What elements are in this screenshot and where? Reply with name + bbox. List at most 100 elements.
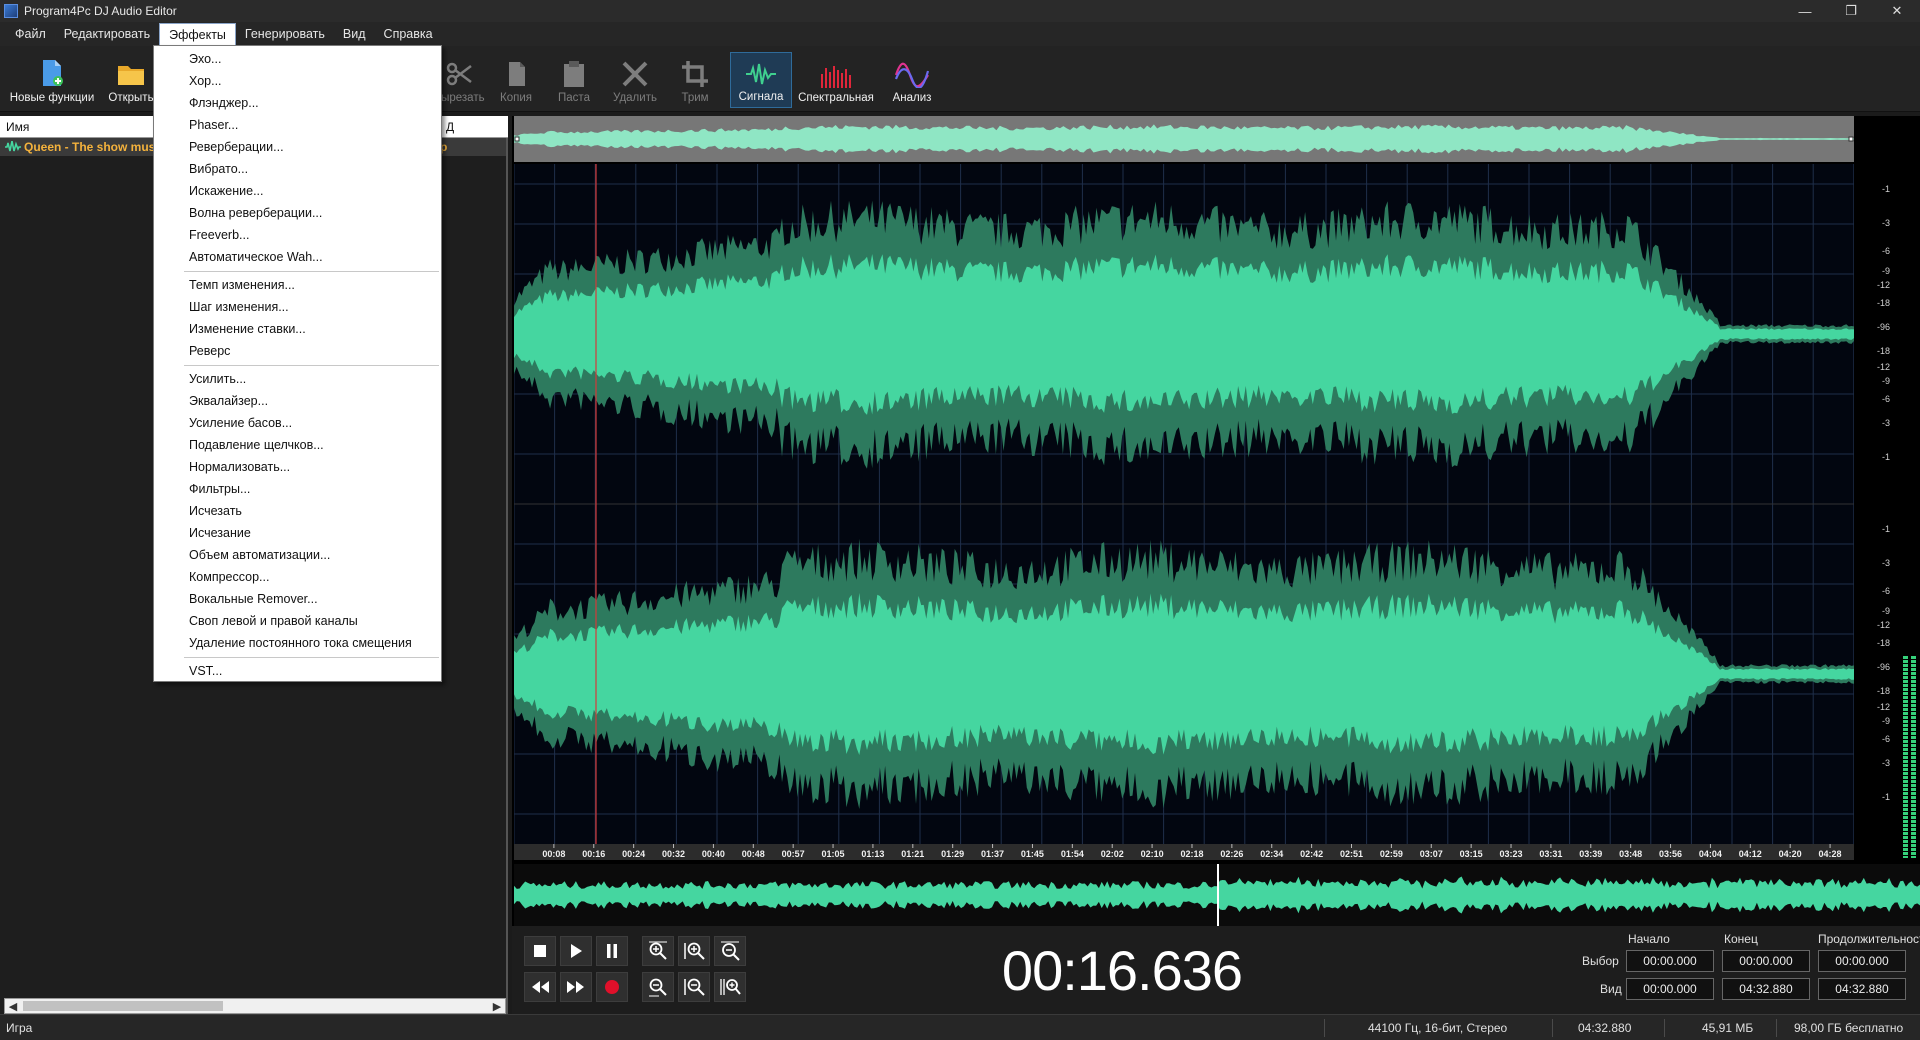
- menu-item-phaser[interactable]: Phaser...: [154, 114, 441, 136]
- menu-item-wave-reverb[interactable]: Волна реверберации...: [154, 202, 441, 224]
- delete-button[interactable]: Удалить: [608, 52, 662, 108]
- fast-forward-button[interactable]: [560, 972, 592, 1002]
- menu-edit[interactable]: Редактировать: [55, 23, 159, 45]
- timeline-tick-label: 03:56: [1659, 849, 1682, 859]
- menu-item-vibrato[interactable]: Вибрато...: [154, 158, 441, 180]
- menu-item-fade[interactable]: Исчезание: [154, 522, 441, 544]
- view-end-field[interactable]: 04:32.880: [1722, 978, 1810, 1000]
- menu-item-vst[interactable]: VST...: [154, 660, 441, 682]
- db-tick-label: -18: [1877, 346, 1890, 356]
- timeline-ruler[interactable]: 00:08 00:16 00:24 00:32 00:40 00:48 00:57 01:05…: [514, 844, 1854, 860]
- zoom-all-icon: [720, 979, 741, 995]
- paste-button[interactable]: Паста: [552, 52, 596, 108]
- timeline-tick-label: 01:45: [1021, 849, 1044, 859]
- menu-item-swap-channels[interactable]: Своп левой и правой каналы: [154, 610, 441, 632]
- menu-item-freeverb[interactable]: Freeverb...: [154, 224, 441, 246]
- close-button[interactable]: ✕: [1874, 0, 1920, 22]
- zoom-fit-icon: [721, 941, 740, 961]
- zoom-out-button[interactable]: [642, 972, 674, 1002]
- new-features-button[interactable]: Новые функции: [6, 52, 98, 108]
- menu-item-volume-automation[interactable]: Объем автоматизации...: [154, 544, 441, 566]
- open-button[interactable]: Открыть: [102, 52, 160, 108]
- menu-effects[interactable]: Эффекты: [159, 22, 236, 46]
- menu-item-distortion[interactable]: Искажение...: [154, 180, 441, 202]
- play-icon: [571, 944, 582, 958]
- transport-panel: 00:16.636 Начало Конец Продолжительность…: [512, 926, 1920, 1014]
- spectrum-icon: [821, 66, 851, 88]
- zoom-all-button[interactable]: [714, 972, 746, 1002]
- timeline-tick-label: 00:08: [542, 849, 565, 859]
- menu-item-echo[interactable]: Эхо...: [154, 48, 441, 70]
- menu-item-dc-offset-removal[interactable]: Удаление постоянного тока смещения: [154, 632, 441, 654]
- signal-view-button[interactable]: Сигнала: [730, 52, 792, 108]
- pause-button[interactable]: [596, 936, 628, 966]
- menu-item-amplify[interactable]: Усилить...: [154, 368, 441, 390]
- copy-label: Копия: [500, 92, 532, 104]
- menu-item-normalize[interactable]: Нормализовать...: [154, 456, 441, 478]
- record-button[interactable]: [596, 972, 628, 1002]
- main-waveform[interactable]: [513, 164, 1855, 844]
- view-duration-field[interactable]: 04:32.880: [1818, 978, 1906, 1000]
- menu-item-flanger[interactable]: Флэнджер...: [154, 92, 441, 114]
- menu-view[interactable]: Вид: [334, 23, 375, 45]
- zoom-in-selection-button[interactable]: [642, 936, 674, 966]
- folder-icon: [118, 66, 144, 85]
- menu-file[interactable]: Файл: [6, 23, 55, 45]
- rewind-button[interactable]: [524, 972, 556, 1002]
- column-header-2[interactable]: Д: [440, 116, 506, 137]
- menu-item-chorus[interactable]: Хор...: [154, 70, 441, 92]
- scroll-right-arrow[interactable]: ▶: [489, 999, 505, 1013]
- db-tick-label: -3: [1882, 558, 1890, 568]
- menu-item-filters[interactable]: Фильтры...: [154, 478, 441, 500]
- menu-bar: Файл Редактировать Эффекты Генерировать …: [0, 22, 1920, 46]
- zoom-fit-button[interactable]: [714, 936, 746, 966]
- trim-button[interactable]: Трим: [672, 52, 718, 108]
- menu-item-reverb[interactable]: Реверберации...: [154, 136, 441, 158]
- db-tick-label: -9: [1882, 606, 1890, 616]
- menu-item-click-removal[interactable]: Подавление щелчков...: [154, 434, 441, 456]
- menu-item-vocal-remover[interactable]: Вокальные Remover...: [154, 588, 441, 610]
- selection-start-field[interactable]: 00:00.000: [1626, 950, 1714, 972]
- db-tick-label: -1: [1882, 792, 1890, 802]
- timeline-tick-label: 03:07: [1420, 849, 1443, 859]
- menu-item-fade-out[interactable]: Исчезать: [154, 500, 441, 522]
- timeline-tick-label: 01:21: [901, 849, 924, 859]
- maximize-button[interactable]: ❐: [1828, 0, 1874, 22]
- zoom-out-vertical-button[interactable]: [678, 972, 710, 1002]
- analysis-button[interactable]: Анализ: [886, 52, 938, 108]
- view-start-field[interactable]: 00:00.000: [1626, 978, 1714, 1000]
- selection-duration-field[interactable]: 00:00.000: [1818, 950, 1906, 972]
- audio-file-icon: [5, 141, 21, 152]
- waveform-icon: [746, 63, 776, 85]
- menu-item-reverse[interactable]: Реверс: [154, 340, 441, 362]
- menu-item-equalizer[interactable]: Эквалайзер...: [154, 390, 441, 412]
- menu-item-bass-boost[interactable]: Усиление басов...: [154, 412, 441, 434]
- timeline-tick-label: 01:05: [822, 849, 845, 859]
- main-waveform-graphic: [513, 164, 1855, 844]
- play-button[interactable]: [560, 936, 592, 966]
- signal-label: Сигнала: [738, 91, 784, 103]
- zoom-in-vertical-button[interactable]: [678, 936, 710, 966]
- timeline-tick-label: 00:40: [702, 849, 725, 859]
- scroll-left-arrow[interactable]: ◀: [5, 999, 21, 1013]
- menu-item-pitch-change[interactable]: Шаг изменения...: [154, 296, 441, 318]
- scrollbar-thumb[interactable]: [23, 1001, 223, 1011]
- spectral-view-button[interactable]: Спектральная: [796, 52, 876, 108]
- menu-item-auto-wah[interactable]: Автоматическое Wah...: [154, 246, 441, 268]
- overview-waveform-graphic: [514, 116, 1854, 162]
- menu-item-rate-change[interactable]: Изменение ставки...: [154, 318, 441, 340]
- minimize-button[interactable]: —: [1782, 0, 1828, 22]
- navigator-waveform[interactable]: [514, 864, 1920, 926]
- copy-button[interactable]: Копия: [492, 52, 540, 108]
- horizontal-scrollbar[interactable]: ◀ ▶: [4, 998, 506, 1014]
- menu-item-tempo-change[interactable]: Темп изменения...: [154, 274, 441, 296]
- pause-icon: [607, 944, 617, 958]
- zoom-in-icon: [649, 941, 667, 960]
- menu-item-compressor[interactable]: Компрессор...: [154, 566, 441, 588]
- selection-end-field[interactable]: 00:00.000: [1722, 950, 1810, 972]
- navigator-waveform-graphic: [514, 864, 1920, 926]
- overview-waveform[interactable]: [514, 116, 1854, 162]
- menu-generate[interactable]: Генерировать: [236, 23, 334, 45]
- stop-button[interactable]: [524, 936, 556, 966]
- menu-help[interactable]: Справка: [375, 23, 442, 45]
